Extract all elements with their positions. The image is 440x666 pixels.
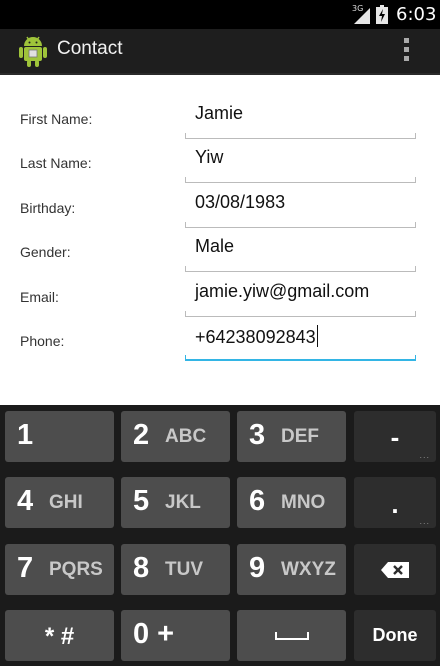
key-digit: 4: [17, 485, 34, 517]
key-7[interactable]: 7 PQRS: [5, 544, 114, 595]
key-9[interactable]: 9 WXYZ: [237, 544, 346, 595]
more-chars-indicator: ...: [419, 450, 430, 460]
last-name-row: Last Name: Yiw: [0, 139, 440, 183]
key-space[interactable]: [237, 610, 346, 661]
gender-row: Gender: Male: [0, 228, 440, 272]
first-name-field[interactable]: Jamie: [185, 95, 416, 139]
key-5[interactable]: 5 JKL: [121, 477, 230, 528]
key-digit: 2: [133, 419, 150, 451]
birthday-field[interactable]: 03/08/1983: [185, 184, 416, 228]
birthday-label: Birthday:: [20, 200, 76, 216]
key-8[interactable]: 8 TUV: [121, 544, 230, 595]
key-digit: 3: [249, 419, 266, 451]
email-label: Email:: [20, 289, 59, 305]
space-icon: [275, 632, 309, 640]
signal-icon: 3G: [352, 4, 372, 24]
battery-icon: [376, 5, 388, 28]
key-letters: TUV: [165, 559, 203, 580]
key-backspace[interactable]: [354, 544, 436, 595]
overflow-menu-icon[interactable]: [399, 35, 413, 69]
phone-field[interactable]: +64238092843: [185, 317, 416, 361]
android-robot-icon: [18, 34, 48, 68]
email-field[interactable]: jamie.yiw@gmail.com: [185, 273, 416, 317]
key-digit: 5: [133, 485, 150, 517]
first-name-row: First Name: Jamie: [0, 95, 440, 139]
text-cursor: [316, 325, 318, 347]
key-digit: 0 +: [133, 618, 175, 650]
first-name-label: First Name:: [20, 111, 93, 127]
more-chars-indicator: ...: [419, 516, 430, 526]
key-letters: ABC: [165, 426, 207, 447]
field-underline-focused: [185, 355, 416, 361]
key-letters: GHI: [49, 492, 83, 513]
key-1[interactable]: 1: [5, 411, 114, 462]
key-digit: 6: [249, 485, 266, 517]
first-name-value: Jamie: [195, 103, 244, 123]
phone-value: +64238092843: [195, 327, 316, 347]
status-bar: 3G 6:03: [0, 0, 440, 29]
key-letters: PQRS: [49, 559, 103, 580]
field-underline: [185, 266, 416, 272]
key-digit: 9: [249, 552, 266, 584]
key-letters: JKL: [165, 492, 201, 513]
key-digit: 8: [133, 552, 150, 584]
key-period[interactable]: . ...: [354, 477, 436, 528]
key-2[interactable]: 2 ABC: [121, 411, 230, 462]
action-bar: Contact: [0, 29, 440, 75]
birthday-value: 03/08/1983: [195, 192, 286, 212]
last-name-value: Yiw: [195, 147, 224, 167]
contact-form: First Name: Jamie Last Name: Yiw Birthda…: [0, 75, 440, 405]
key-6[interactable]: 6 MNO: [237, 477, 346, 528]
key-done[interactable]: Done: [354, 610, 436, 661]
key-digit: 7: [17, 552, 34, 584]
key-symbol: * #: [44, 623, 75, 650]
last-name-field[interactable]: Yiw: [185, 139, 416, 183]
key-0-plus[interactable]: 0 +: [121, 610, 230, 661]
phone-value-wrap: +64238092843: [195, 325, 318, 348]
key-4[interactable]: 4 GHI: [5, 477, 114, 528]
birthday-row: Birthday: 03/08/1983: [0, 184, 440, 228]
gender-field[interactable]: Male: [185, 228, 416, 272]
key-letters: MNO: [281, 492, 326, 513]
key-star-hash[interactable]: * #: [5, 610, 114, 661]
app-title: Contact: [57, 38, 123, 59]
key-symbol: -: [390, 422, 400, 452]
done-label: Done: [372, 625, 418, 645]
phone-row: Phone: +64238092843: [0, 317, 440, 361]
email-value: jamie.yiw@gmail.com: [195, 281, 370, 301]
field-underline: [185, 177, 416, 183]
email-row: Email: jamie.yiw@gmail.com: [0, 273, 440, 317]
key-letters: WXYZ: [281, 559, 336, 580]
backspace-icon: [381, 562, 409, 578]
key-digit: 1: [17, 419, 34, 451]
key-dash[interactable]: - ...: [354, 411, 436, 462]
gender-label: Gender:: [20, 244, 71, 260]
phone-label: Phone:: [20, 333, 65, 349]
status-time: 6:03: [396, 4, 437, 25]
gender-value: Male: [195, 236, 235, 256]
last-name-label: Last Name:: [20, 155, 92, 171]
key-letters: DEF: [281, 426, 319, 447]
key-3[interactable]: 3 DEF: [237, 411, 346, 462]
numeric-keyboard: 1 2 ABC 3 DEF - ... 4 GHI 5 JKL 6 MNO . …: [0, 405, 440, 666]
